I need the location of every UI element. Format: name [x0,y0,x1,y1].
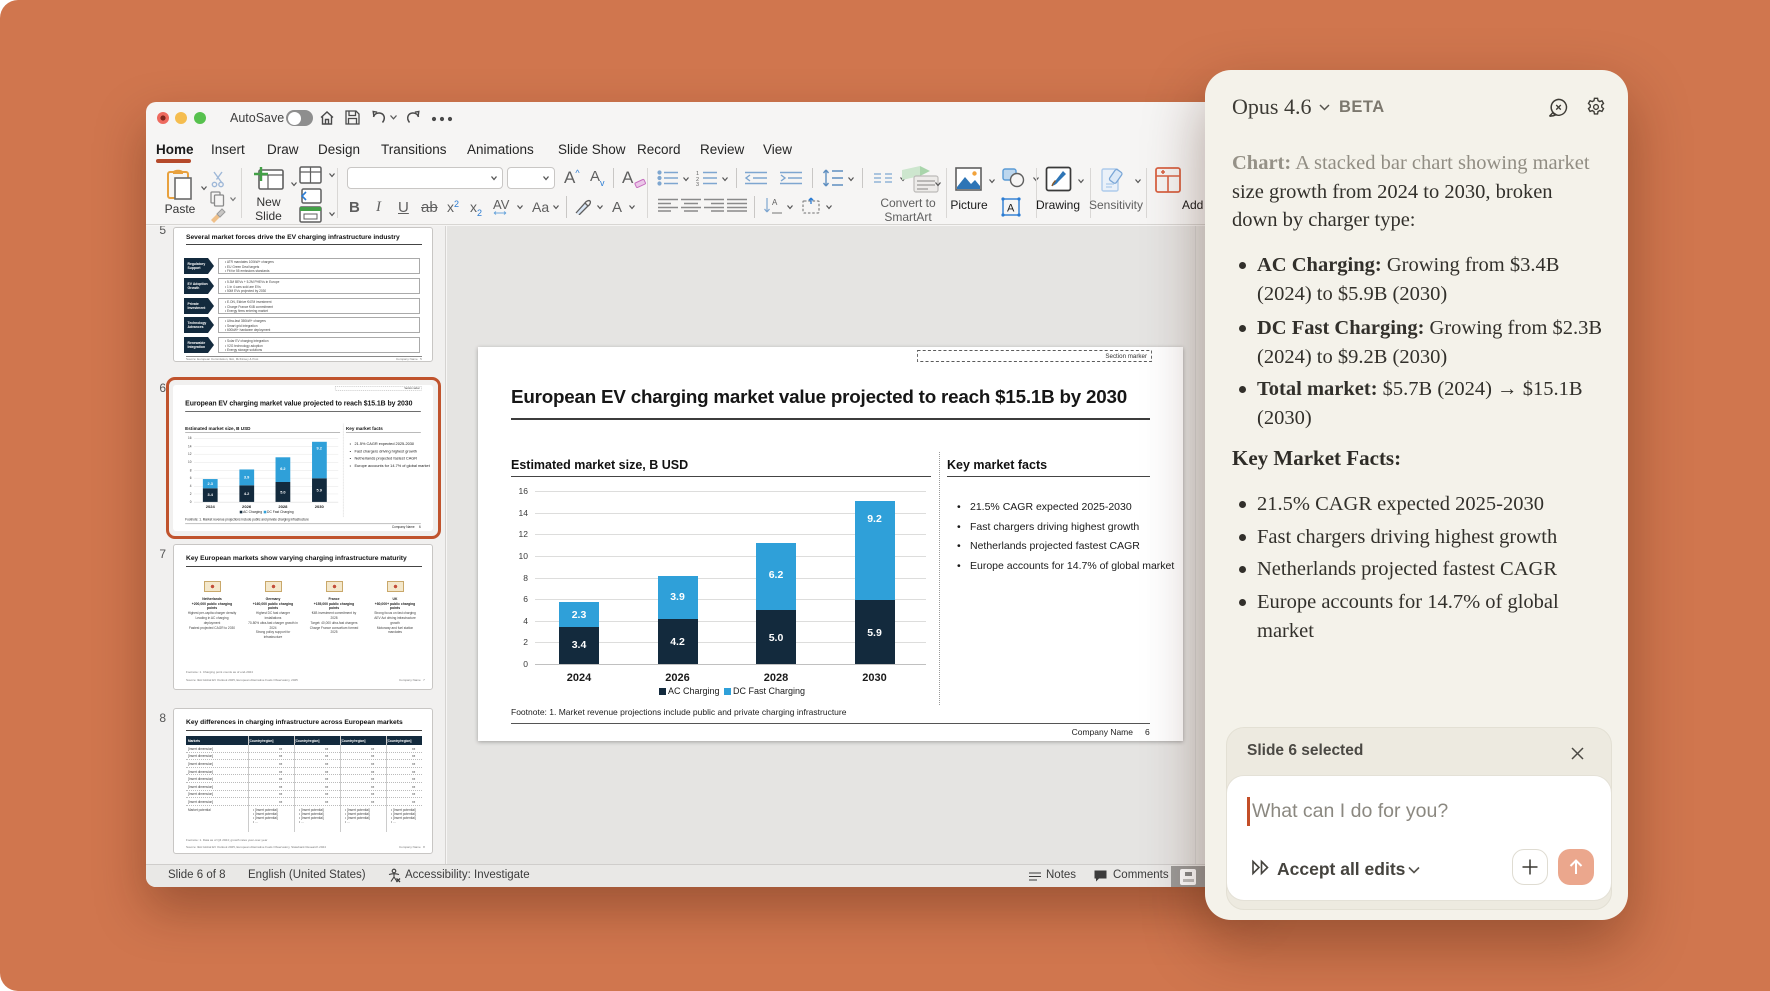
svg-text:A: A [1007,203,1015,215]
svg-text:A: A [772,198,778,207]
svg-text:3: 3 [696,182,699,186]
